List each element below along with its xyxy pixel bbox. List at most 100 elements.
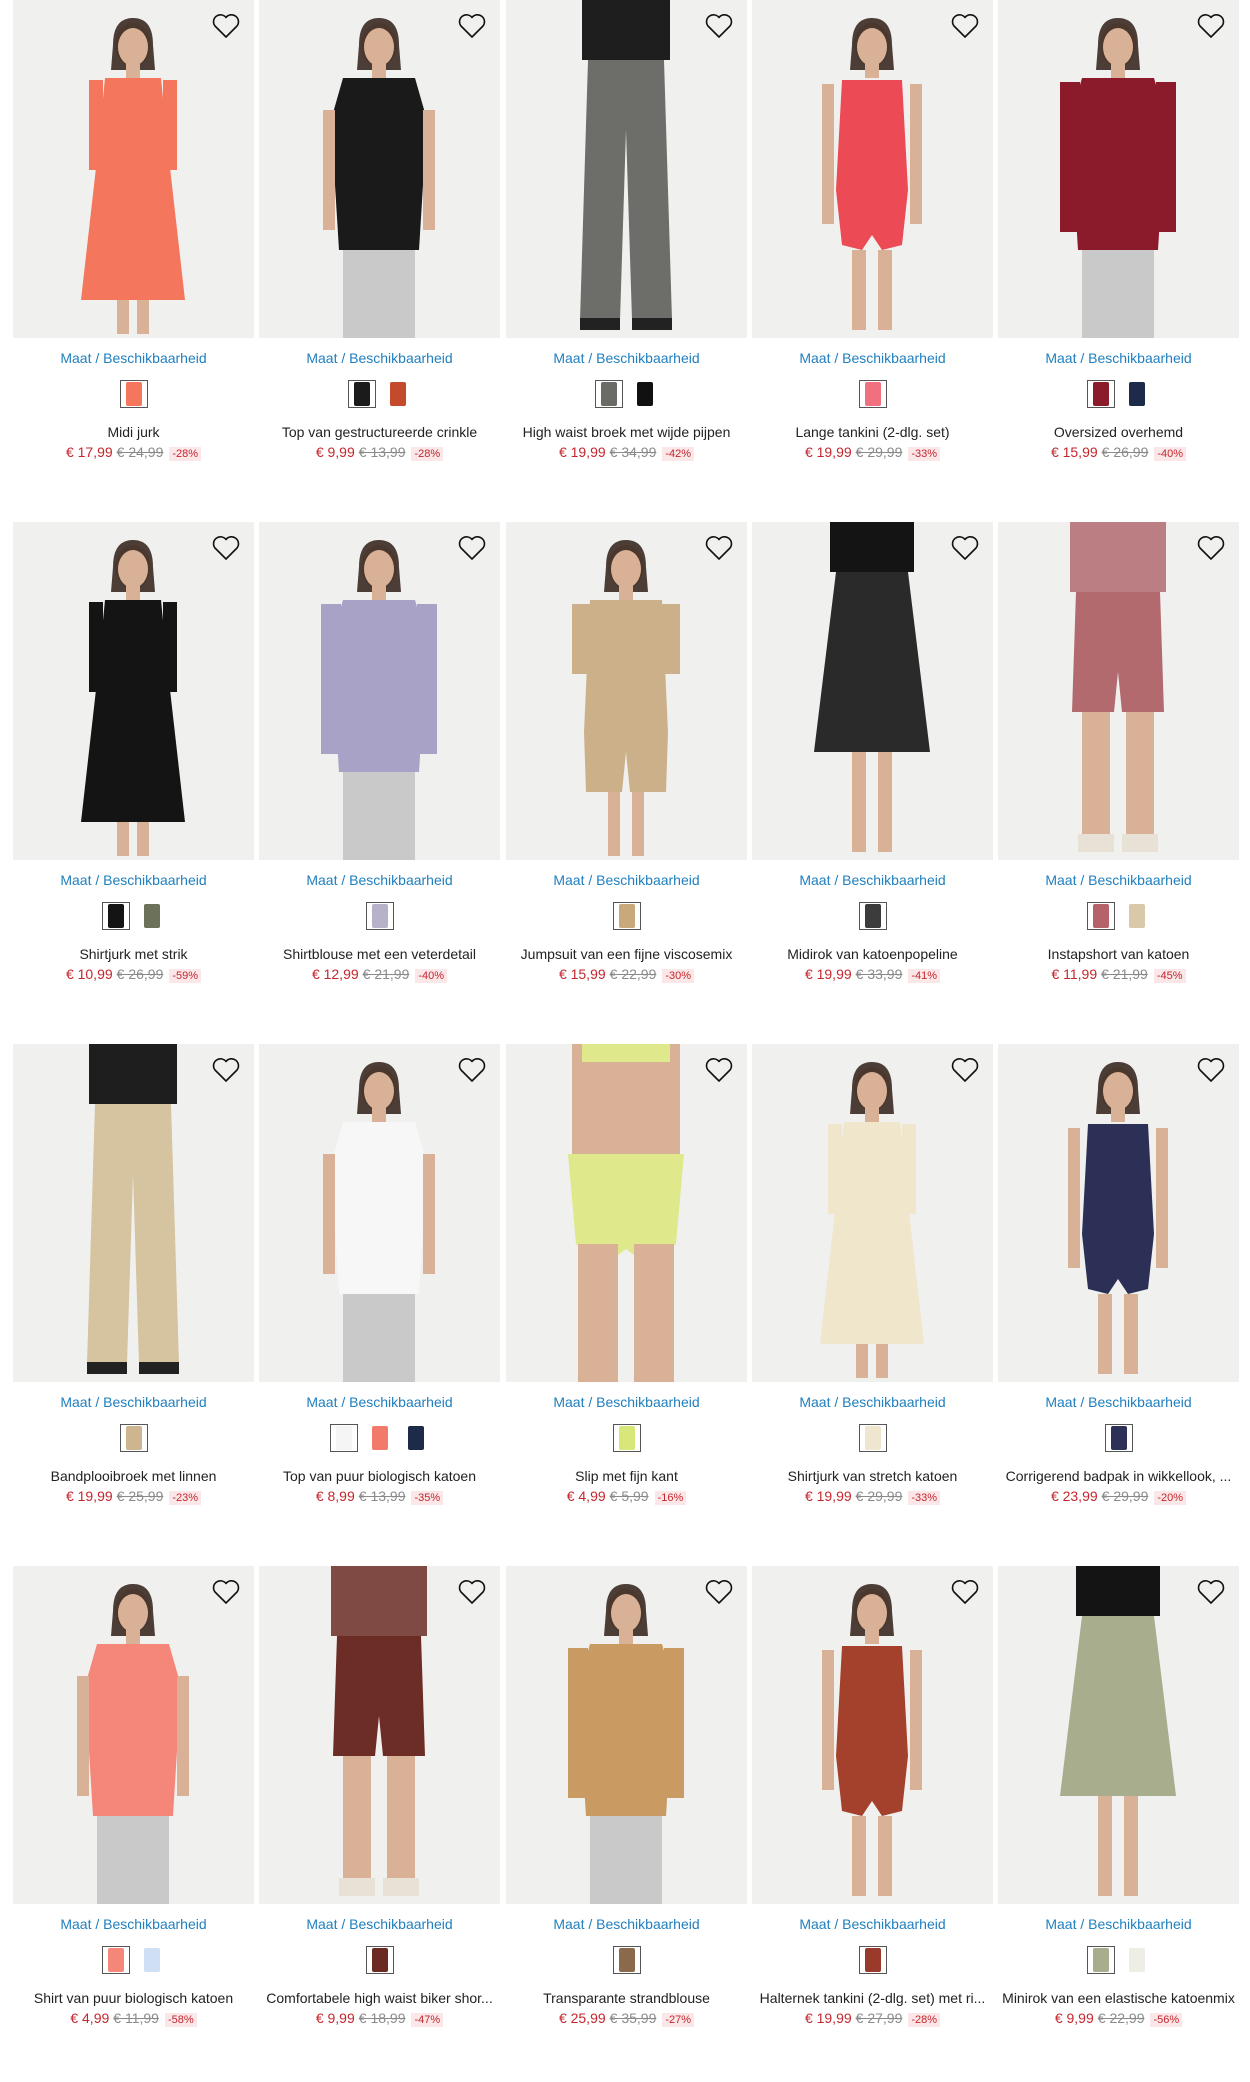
wishlist-heart-icon[interactable]	[703, 1576, 735, 1608]
color-swatch[interactable]	[402, 1424, 430, 1452]
wishlist-heart-icon[interactable]	[210, 1054, 242, 1086]
size-availability-link[interactable]: Maat / Beschikbaarheid	[998, 1394, 1239, 1410]
size-availability-link[interactable]: Maat / Beschikbaarheid	[506, 1394, 747, 1410]
size-availability-link[interactable]: Maat / Beschikbaarheid	[752, 350, 993, 366]
wishlist-heart-icon[interactable]	[210, 1576, 242, 1608]
color-swatch[interactable]	[594, 380, 623, 408]
size-availability-link[interactable]: Maat / Beschikbaarheid	[506, 872, 747, 888]
color-swatch[interactable]	[366, 1424, 394, 1452]
size-availability-link[interactable]: Maat / Beschikbaarheid	[13, 872, 254, 888]
wishlist-heart-icon[interactable]	[210, 10, 242, 42]
color-swatch[interactable]	[858, 902, 887, 930]
size-availability-link[interactable]: Maat / Beschikbaarheid	[752, 872, 993, 888]
color-swatch[interactable]	[384, 380, 412, 408]
product-image[interactable]	[506, 1566, 747, 1904]
product-image[interactable]	[752, 0, 993, 338]
color-swatch[interactable]	[858, 380, 887, 408]
product-image[interactable]	[13, 0, 254, 338]
size-availability-link[interactable]: Maat / Beschikbaarheid	[506, 350, 747, 366]
product-name[interactable]: Shirtjurk van stretch katoen	[752, 1468, 993, 1484]
wishlist-heart-icon[interactable]	[703, 532, 735, 564]
size-availability-link[interactable]: Maat / Beschikbaarheid	[998, 1916, 1239, 1932]
wishlist-heart-icon[interactable]	[210, 532, 242, 564]
product-image[interactable]	[259, 1044, 500, 1382]
color-swatch[interactable]	[138, 902, 166, 930]
size-availability-link[interactable]: Maat / Beschikbaarheid	[13, 350, 254, 366]
wishlist-heart-icon[interactable]	[456, 532, 488, 564]
product-name[interactable]: Halternek tankini (2-dlg. set) met ri...	[752, 1990, 993, 2006]
size-availability-link[interactable]: Maat / Beschikbaarheid	[998, 350, 1239, 366]
wishlist-heart-icon[interactable]	[949, 10, 981, 42]
wishlist-heart-icon[interactable]	[456, 1576, 488, 1608]
size-availability-link[interactable]: Maat / Beschikbaarheid	[998, 872, 1239, 888]
product-name[interactable]: Instapshort van katoen	[998, 946, 1239, 962]
product-image[interactable]	[998, 1566, 1239, 1904]
color-swatch[interactable]	[1123, 902, 1151, 930]
product-image[interactable]	[752, 1044, 993, 1382]
product-name[interactable]: Shirt van puur biologisch katoen	[13, 1990, 254, 2006]
color-swatch[interactable]	[858, 1424, 887, 1452]
product-name[interactable]: High waist broek met wijde pijpen	[506, 424, 747, 440]
product-name[interactable]: Comfortabele high waist biker shor...	[259, 1990, 500, 2006]
size-availability-link[interactable]: Maat / Beschikbaarheid	[752, 1916, 993, 1932]
color-swatch[interactable]	[1086, 1946, 1115, 1974]
color-swatch[interactable]	[365, 902, 394, 930]
color-swatch[interactable]	[119, 380, 148, 408]
product-image[interactable]	[13, 1566, 254, 1904]
wishlist-heart-icon[interactable]	[703, 1054, 735, 1086]
size-availability-link[interactable]: Maat / Beschikbaarheid	[259, 1394, 500, 1410]
color-swatch[interactable]	[101, 1946, 130, 1974]
color-swatch[interactable]	[1104, 1424, 1133, 1452]
size-availability-link[interactable]: Maat / Beschikbaarheid	[259, 350, 500, 366]
product-image[interactable]	[752, 1566, 993, 1904]
color-swatch[interactable]	[858, 1946, 887, 1974]
product-name[interactable]: Top van gestructureerde crinkle	[259, 424, 500, 440]
color-swatch[interactable]	[1123, 1946, 1151, 1974]
product-name[interactable]: Jumpsuit van een fijne viscosemix	[506, 946, 747, 962]
product-image[interactable]	[998, 522, 1239, 860]
product-name[interactable]: Shirtblouse met een veterdetail	[259, 946, 500, 962]
product-image[interactable]	[998, 1044, 1239, 1382]
wishlist-heart-icon[interactable]	[703, 10, 735, 42]
size-availability-link[interactable]: Maat / Beschikbaarheid	[13, 1394, 254, 1410]
product-image[interactable]	[506, 0, 747, 338]
product-image[interactable]	[259, 1566, 500, 1904]
color-swatch[interactable]	[1086, 902, 1115, 930]
color-swatch[interactable]	[101, 902, 130, 930]
color-swatch[interactable]	[612, 1424, 641, 1452]
size-availability-link[interactable]: Maat / Beschikbaarheid	[13, 1916, 254, 1932]
product-image[interactable]	[259, 522, 500, 860]
product-image[interactable]	[259, 0, 500, 338]
product-image[interactable]	[506, 1044, 747, 1382]
product-name[interactable]: Bandplooibroek met linnen	[13, 1468, 254, 1484]
product-name[interactable]: Shirtjurk met strik	[13, 946, 254, 962]
product-name[interactable]: Minirok van een elastische katoenmix	[998, 1990, 1239, 2006]
product-image[interactable]	[13, 1044, 254, 1382]
product-name[interactable]: Slip met fijn kant	[506, 1468, 747, 1484]
wishlist-heart-icon[interactable]	[1195, 532, 1227, 564]
product-image[interactable]	[506, 522, 747, 860]
product-name[interactable]: Midirok van katoenpopeline	[752, 946, 993, 962]
wishlist-heart-icon[interactable]	[1195, 1054, 1227, 1086]
wishlist-heart-icon[interactable]	[1195, 1576, 1227, 1608]
color-swatch[interactable]	[329, 1424, 358, 1452]
product-name[interactable]: Midi jurk	[13, 424, 254, 440]
wishlist-heart-icon[interactable]	[456, 1054, 488, 1086]
color-swatch[interactable]	[1086, 380, 1115, 408]
color-swatch[interactable]	[347, 380, 376, 408]
color-swatch[interactable]	[631, 380, 659, 408]
product-image[interactable]	[752, 522, 993, 860]
product-name[interactable]: Lange tankini (2-dlg. set)	[752, 424, 993, 440]
size-availability-link[interactable]: Maat / Beschikbaarheid	[259, 872, 500, 888]
product-name[interactable]: Top van puur biologisch katoen	[259, 1468, 500, 1484]
product-image[interactable]	[13, 522, 254, 860]
color-swatch[interactable]	[119, 1424, 148, 1452]
product-image[interactable]	[998, 0, 1239, 338]
wishlist-heart-icon[interactable]	[1195, 10, 1227, 42]
color-swatch[interactable]	[1123, 380, 1151, 408]
color-swatch[interactable]	[138, 1946, 166, 1974]
wishlist-heart-icon[interactable]	[949, 1576, 981, 1608]
wishlist-heart-icon[interactable]	[949, 1054, 981, 1086]
color-swatch[interactable]	[365, 1946, 394, 1974]
product-name[interactable]: Corrigerend badpak in wikkellook, ...	[998, 1468, 1239, 1484]
